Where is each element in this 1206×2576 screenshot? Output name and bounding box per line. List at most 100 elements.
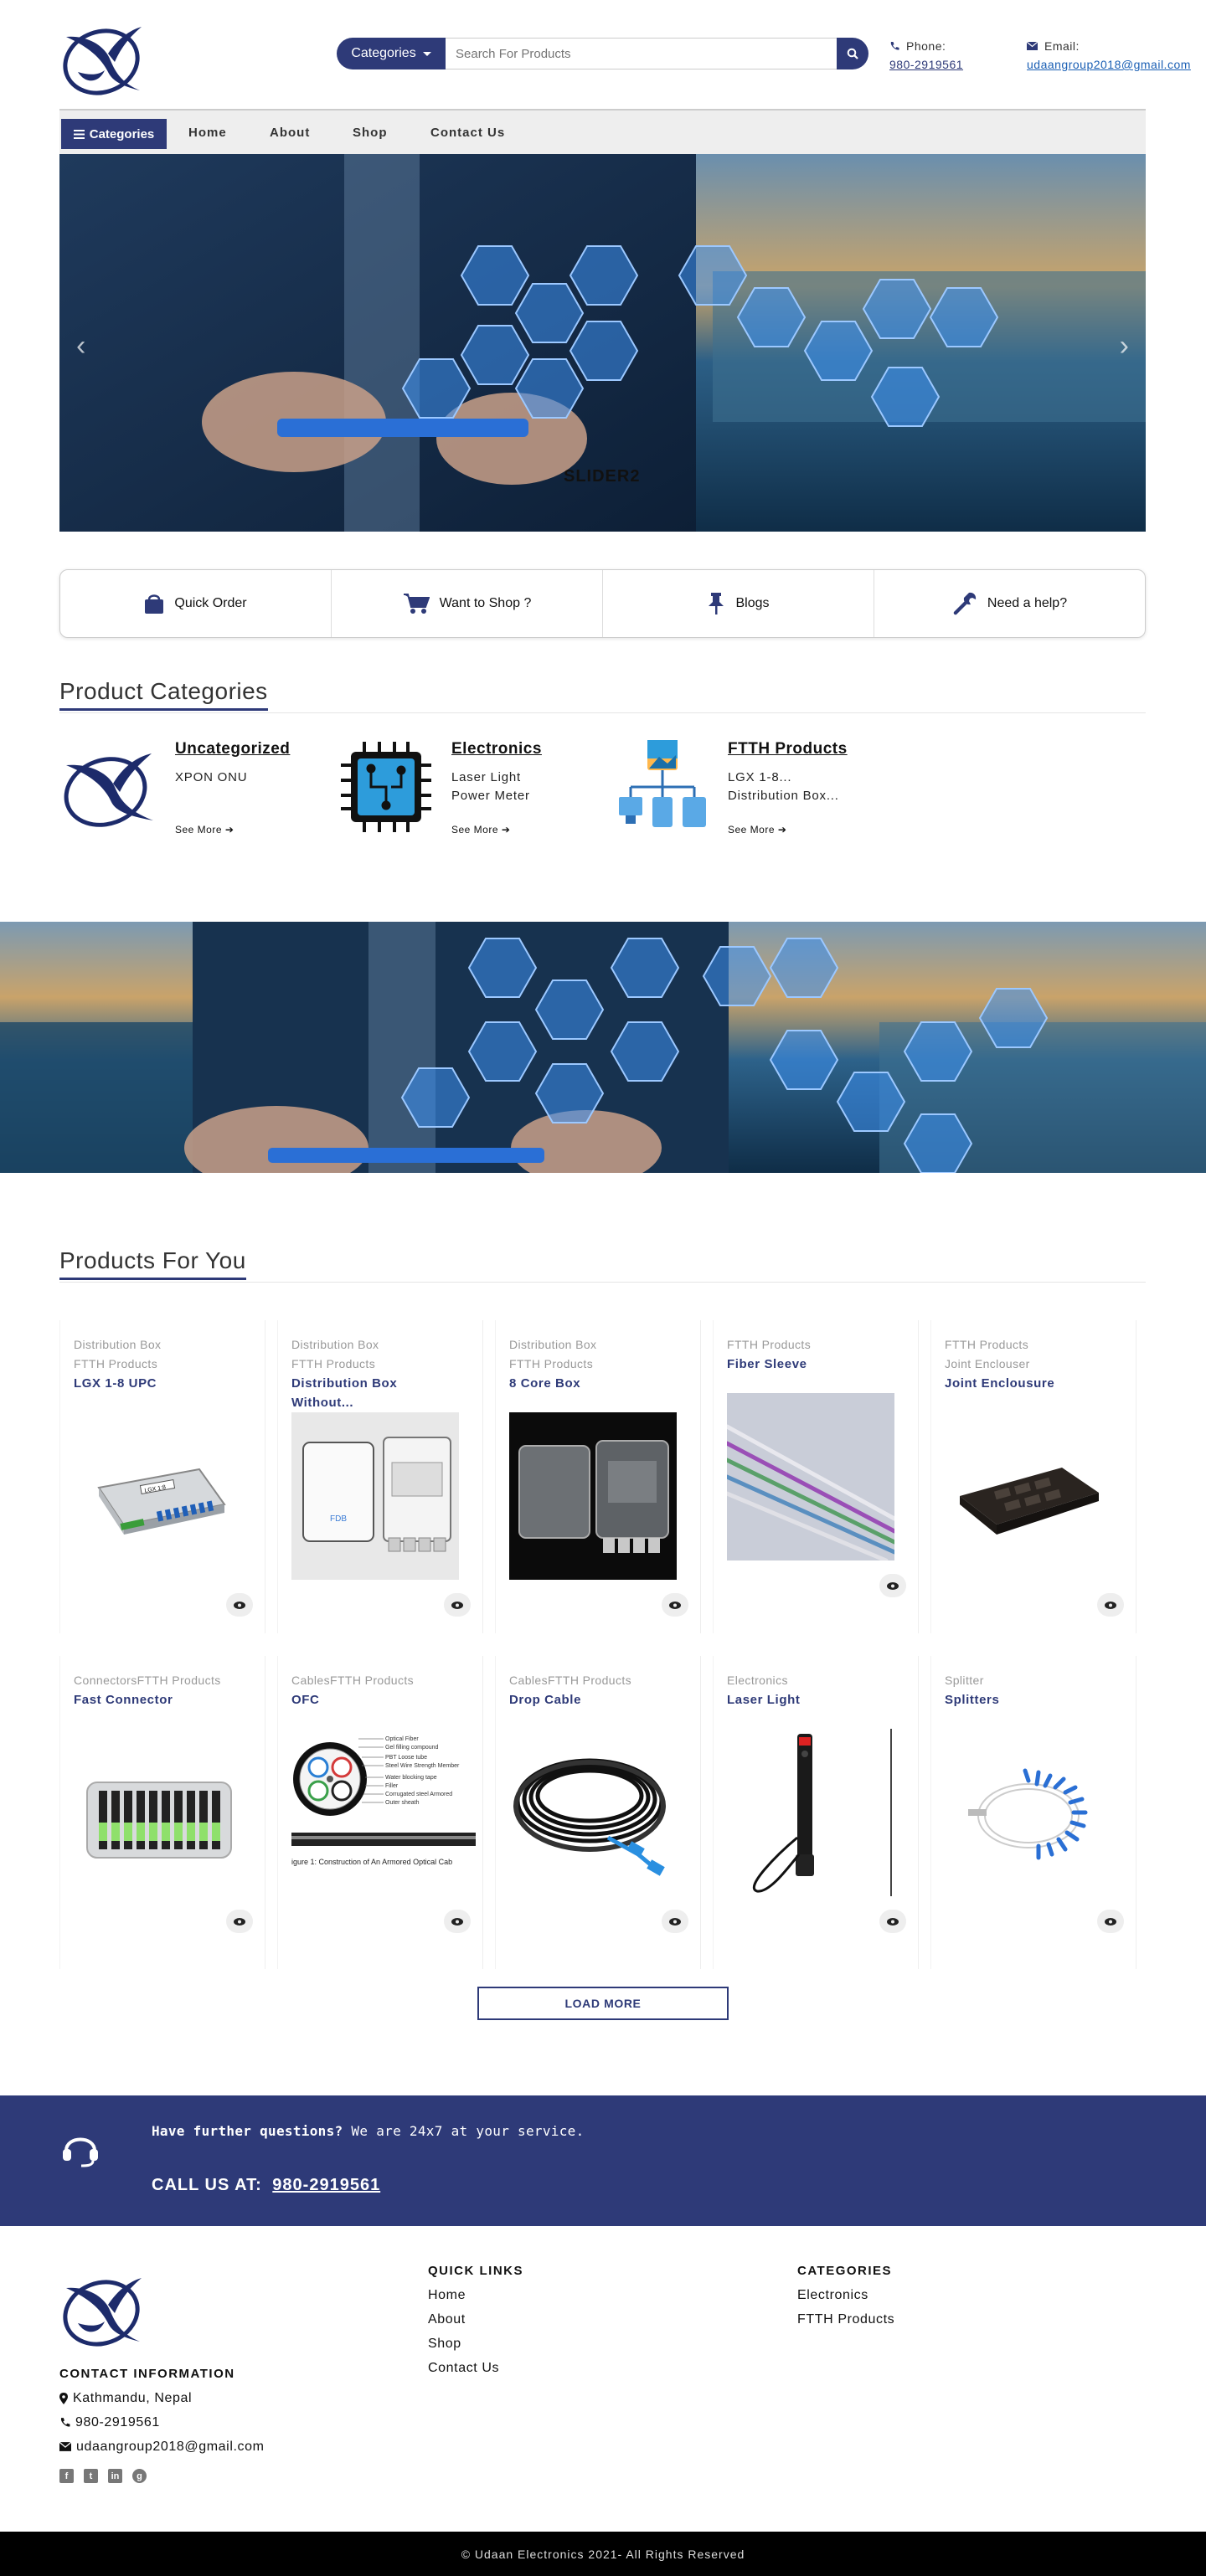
product-name[interactable]: Joint Enclousure: [945, 1374, 1127, 1393]
category-subitem[interactable]: Laser Light: [451, 769, 530, 787]
product-card[interactable]: Electronics Laser Light: [713, 1656, 919, 1969]
footer-link-shop[interactable]: Shop: [428, 2332, 499, 2356]
product-image-fiber-sleeve[interactable]: [727, 1393, 894, 1561]
quick-view-button[interactable]: [444, 1910, 471, 1933]
product-image-joint-enclosure[interactable]: [945, 1412, 1112, 1580]
footer-link-about[interactable]: About: [428, 2307, 499, 2332]
product-category[interactable]: FTTH Products: [727, 1335, 910, 1355]
footer-logo[interactable]: [59, 2271, 145, 2347]
product-name[interactable]: 8 Core Box: [509, 1374, 692, 1393]
product-card[interactable]: Distribution Box FTTH Products Distribut…: [277, 1320, 483, 1633]
quick-view-button[interactable]: [1097, 1910, 1124, 1933]
footer-phone[interactable]: 980-2919561: [75, 2410, 160, 2435]
product-image-splitters[interactable]: [945, 1729, 1112, 1896]
nav-item-contact[interactable]: Contact Us: [430, 126, 505, 140]
product-category[interactable]: ConnectorsFTTH Products: [74, 1671, 256, 1690]
product-image-8-core-box[interactable]: [509, 1412, 677, 1580]
quick-view-button[interactable]: [879, 1574, 906, 1597]
search-input[interactable]: [446, 38, 837, 69]
footer-category-electronics[interactable]: Electronics: [797, 2283, 894, 2307]
product-category[interactable]: Splitter: [945, 1671, 1127, 1690]
category-subitem[interactable]: Power Meter: [451, 787, 530, 805]
footer-category-ftth[interactable]: FTTH Products: [797, 2307, 894, 2332]
product-name[interactable]: Laser Light: [727, 1690, 910, 1710]
slider-next-arrow[interactable]: ›: [1120, 330, 1129, 362]
blogs-link[interactable]: Blogs: [603, 570, 874, 637]
product-image-lgx[interactable]: LGX 1:8: [74, 1412, 241, 1580]
category-subitem[interactable]: XPON ONU: [175, 769, 247, 787]
call-us-number[interactable]: 980-2919561: [272, 2176, 380, 2194]
product-category[interactable]: Distribution Box: [291, 1335, 474, 1355]
need-help-link[interactable]: Need a help?: [874, 570, 1145, 637]
product-name[interactable]: Fast Connector: [74, 1690, 256, 1710]
category-name[interactable]: FTTH Products: [728, 740, 848, 758]
category-card[interactable]: FTTH Products LGX 1-8... Distribution Bo…: [612, 737, 880, 846]
product-category[interactable]: Joint Enclouser: [945, 1355, 1127, 1374]
product-name[interactable]: Fiber Sleeve: [727, 1355, 910, 1374]
see-more-link[interactable]: See More ➔: [175, 824, 234, 836]
product-card[interactable]: Splitter Splitters: [930, 1656, 1136, 1969]
product-image-laser-light[interactable]: [727, 1729, 894, 1896]
twitter-icon[interactable]: t: [84, 2469, 98, 2483]
product-category[interactable]: FTTH Products: [945, 1335, 1127, 1355]
category-name[interactable]: Uncategorized: [175, 740, 290, 758]
linkedin-icon[interactable]: in: [108, 2469, 122, 2483]
category-card[interactable]: Electronics Laser Light Power Meter See …: [336, 737, 604, 846]
email-link[interactable]: udaangroup2018@gmail.com: [1027, 58, 1191, 71]
category-card[interactable]: Uncategorized XPON ONU See More ➔: [59, 737, 327, 846]
quick-view-button[interactable]: [879, 1910, 906, 1933]
see-more-link[interactable]: See More ➔: [728, 824, 786, 836]
footer-email[interactable]: udaangroup2018@gmail.com: [76, 2435, 265, 2459]
category-subitem[interactable]: Distribution Box...: [728, 787, 839, 805]
footer-link-home[interactable]: Home: [428, 2283, 499, 2307]
product-name[interactable]: LGX 1-8 UPC: [74, 1374, 256, 1393]
quick-view-button[interactable]: [226, 1910, 253, 1933]
product-card[interactable]: FTTH Products Fiber Sleeve: [713, 1320, 919, 1633]
product-name[interactable]: OFC: [291, 1690, 474, 1710]
google-plus-icon[interactable]: g: [132, 2469, 147, 2483]
nav-categories-button[interactable]: Categories: [61, 119, 167, 149]
quick-view-button[interactable]: [226, 1593, 253, 1617]
product-name[interactable]: Drop Cable: [509, 1690, 692, 1710]
facebook-icon[interactable]: f: [59, 2469, 74, 2483]
search-category-dropdown[interactable]: Categories: [337, 38, 446, 69]
quick-view-button[interactable]: [662, 1910, 688, 1933]
product-card[interactable]: Distribution Box FTTH Products 8 Core Bo…: [495, 1320, 701, 1633]
search-button[interactable]: [837, 38, 868, 69]
category-subitem[interactable]: LGX 1-8...: [728, 769, 839, 787]
nav-item-shop[interactable]: Shop: [353, 126, 388, 140]
product-image-drop-cable[interactable]: [509, 1729, 677, 1896]
footer-link-contact[interactable]: Contact Us: [428, 2356, 499, 2380]
product-category[interactable]: FTTH Products: [509, 1355, 692, 1374]
product-category[interactable]: FTTH Products: [74, 1355, 256, 1374]
quick-order-link[interactable]: Quick Order: [60, 570, 332, 637]
product-card[interactable]: FTTH Products Joint Enclouser Joint Encl…: [930, 1320, 1136, 1633]
product-name[interactable]: Splitters: [945, 1690, 1127, 1710]
product-image-fast-connector[interactable]: [74, 1729, 241, 1896]
product-category[interactable]: Distribution Box: [509, 1335, 692, 1355]
quick-view-button[interactable]: [444, 1593, 471, 1617]
product-category[interactable]: Electronics: [727, 1671, 910, 1690]
category-name[interactable]: Electronics: [451, 740, 542, 758]
nav-item-about[interactable]: About: [270, 126, 310, 140]
product-image-distribution-box[interactable]: FDB: [291, 1412, 459, 1580]
nav-item-home[interactable]: Home: [188, 126, 227, 140]
phone-link[interactable]: 980-2919561: [889, 58, 963, 71]
load-more-button[interactable]: LOAD MORE: [477, 1987, 729, 2020]
site-logo[interactable]: [59, 20, 145, 95]
product-category[interactable]: Distribution Box: [74, 1335, 256, 1355]
want-to-shop-link[interactable]: Want to Shop ?: [332, 570, 603, 637]
product-card[interactable]: Distribution Box FTTH Products LGX 1-8 U…: [59, 1320, 265, 1633]
see-more-link[interactable]: See More ➔: [451, 824, 510, 836]
product-card[interactable]: CablesFTTH Products Drop Cable: [495, 1656, 701, 1969]
product-card[interactable]: CablesFTTH Products OFC Optical Fiber Ge…: [277, 1656, 483, 1969]
product-name[interactable]: Distribution Box Without...: [291, 1374, 474, 1412]
product-category[interactable]: CablesFTTH Products: [509, 1671, 692, 1690]
product-category[interactable]: FTTH Products: [291, 1355, 474, 1374]
quick-view-button[interactable]: [1097, 1593, 1124, 1617]
quick-view-button[interactable]: [662, 1593, 688, 1617]
product-card[interactable]: ConnectorsFTTH Products Fast Connector: [59, 1656, 265, 1969]
product-category[interactable]: CablesFTTH Products: [291, 1671, 474, 1690]
slider-prev-arrow[interactable]: ‹: [76, 330, 85, 362]
product-image-ofc[interactable]: Optical Fiber Gel filling compound PBT L…: [291, 1729, 476, 1896]
